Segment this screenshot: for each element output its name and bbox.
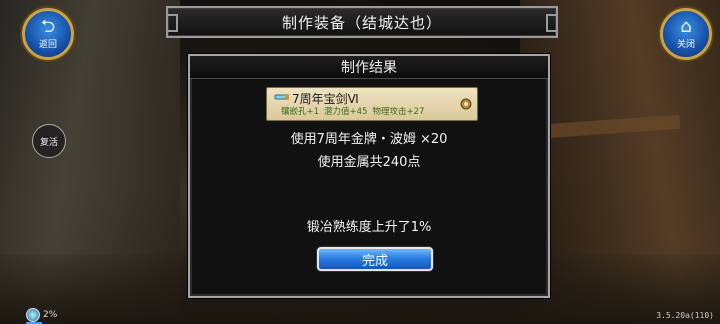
back-button[interactable]: ⮌ 返回 xyxy=(22,8,74,60)
exp-status: 2% xyxy=(26,308,57,322)
back-arrow-icon: ⮌ xyxy=(40,16,56,37)
dialog-title-text: 制作结果 xyxy=(341,60,397,76)
close-button[interactable]: ⌂ 关闭 xyxy=(660,8,712,60)
item-stat-attack: 物理攻击+27 xyxy=(372,107,425,117)
crafted-item-card[interactable]: 7周年宝剑Ⅵ 镶嵌孔+1 潜力值+45 物理攻击+27 xyxy=(266,87,478,121)
close-button-label: 关闭 xyxy=(676,40,695,50)
dialog-title: 制作结果 xyxy=(190,56,548,79)
back-button-label: 返回 xyxy=(38,40,57,50)
page-title: 制作装备（结城达也） xyxy=(281,13,442,32)
item-stat-socket: 镶嵌孔+1 xyxy=(281,107,320,117)
revive-button-label: 复活 xyxy=(39,137,58,148)
page-title-banner: 制作装备（结城达也） xyxy=(166,6,558,38)
item-stats: 镶嵌孔+1 潜力值+45 物理攻击+27 xyxy=(281,105,424,117)
done-button-label: 完成 xyxy=(361,253,388,269)
material-used-text: 使用7周年金牌・波姆 ×20 xyxy=(290,132,448,147)
item-stat-potential: 潜力值+45 xyxy=(324,107,368,117)
proficiency-text: 锻冶熟练度上升了1% xyxy=(306,220,432,235)
version-label: 3.5.20a(110) xyxy=(656,311,714,320)
done-button[interactable]: 完成 xyxy=(317,247,433,271)
exp-percent: 2% xyxy=(43,310,58,320)
craft-result-dialog: 制作结果 7周年宝剑Ⅵ 镶嵌孔+1 潜力值+45 物理攻击+27 使用7周年金牌… xyxy=(188,54,550,298)
sword-icon xyxy=(274,94,289,100)
exp-orb-icon xyxy=(26,308,40,322)
home-icon: ⌂ xyxy=(680,16,692,37)
gear-icon xyxy=(460,98,472,110)
revive-button[interactable]: 复活 xyxy=(32,124,66,158)
metal-used-text: 使用金属共240点 xyxy=(317,155,421,170)
